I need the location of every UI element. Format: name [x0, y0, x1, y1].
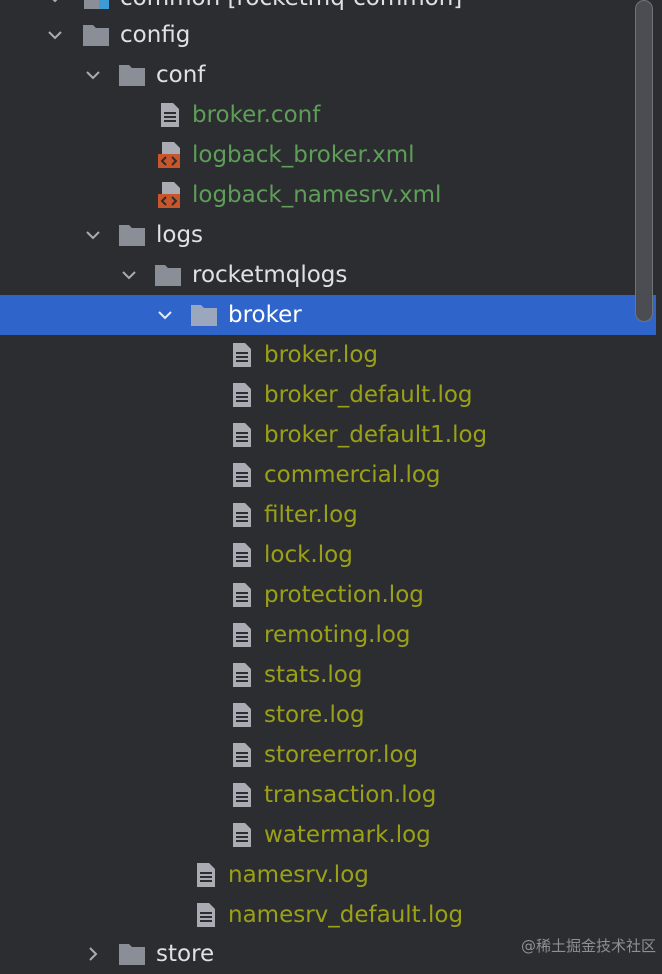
chevron-down-icon[interactable]	[44, 24, 66, 46]
module-folder-icon	[82, 0, 110, 12]
tree-label: namesrv.log	[228, 862, 369, 888]
text-file-icon	[228, 541, 256, 569]
text-file-icon	[192, 861, 220, 889]
tree-label: broker	[228, 302, 302, 328]
text-file-icon	[192, 901, 220, 929]
tree-label: stats.log	[264, 662, 363, 688]
tree-label: broker.conf	[192, 102, 321, 128]
tree-row-file[interactable]: lock.log	[0, 535, 656, 575]
tree-label: config	[120, 22, 191, 48]
vertical-scrollbar-thumb[interactable]	[635, 0, 653, 322]
tree-row-file[interactable]: logback_broker.xml	[0, 135, 656, 175]
tree-row-file[interactable]: stats.log	[0, 655, 656, 695]
tree-label: storeerror.log	[264, 742, 419, 768]
folder-icon	[82, 21, 110, 49]
tree-label: store	[156, 941, 215, 967]
chevron-down-icon[interactable]	[154, 304, 176, 326]
text-file-icon	[228, 781, 256, 809]
tree-row-file[interactable]: commercial.log	[0, 455, 656, 495]
tree-label: lock.log	[264, 542, 353, 568]
text-file-icon	[228, 341, 256, 369]
tree-row-file[interactable]: namesrv.log	[0, 855, 656, 895]
tree-row-file[interactable]: storeerror.log	[0, 735, 656, 775]
tree-label: broker_default.log	[264, 382, 473, 408]
text-file-icon	[228, 621, 256, 649]
folder-icon	[118, 221, 146, 249]
text-file-icon	[156, 101, 184, 129]
tree-label: logback_namesrv.xml	[192, 182, 442, 208]
tree-label: watermark.log	[264, 822, 431, 848]
tree-row-file[interactable]: broker_default1.log	[0, 415, 656, 455]
folder-icon	[154, 261, 182, 289]
text-file-icon	[228, 701, 256, 729]
tree-row-file[interactable]: watermark.log	[0, 815, 656, 855]
tree-label: rocketmqlogs	[192, 262, 348, 288]
text-file-icon	[228, 421, 256, 449]
tree-label: store.log	[264, 702, 365, 728]
tree-label: commercial.log	[264, 462, 441, 488]
text-file-icon	[228, 821, 256, 849]
tree-row-file[interactable]: broker.log	[0, 335, 656, 375]
text-file-icon	[228, 461, 256, 489]
tree-row-conf[interactable]: conf	[0, 55, 656, 95]
xml-file-icon	[156, 141, 184, 169]
tree-label: transaction.log	[264, 782, 437, 808]
tree-row-file[interactable]: filter.log	[0, 495, 656, 535]
tree-row-file[interactable]: store.log	[0, 695, 656, 735]
text-file-icon	[228, 661, 256, 689]
text-file-icon	[228, 381, 256, 409]
chevron-down-icon[interactable]	[118, 264, 140, 286]
watermark: @稀土掘金技术社区	[520, 937, 656, 955]
tree-row-file[interactable]: transaction.log	[0, 775, 656, 815]
chevron-down-icon[interactable]	[44, 0, 66, 9]
chevron-down-icon[interactable]	[82, 224, 104, 246]
tree-row-file[interactable]: broker.conf	[0, 95, 656, 135]
tree-label: remoting.log	[264, 622, 411, 648]
tree-row-file[interactable]: namesrv_default.log	[0, 895, 656, 935]
tree-row-file[interactable]: broker_default.log	[0, 375, 656, 415]
tree-row-rocketmqlogs[interactable]: rocketmqlogs	[0, 255, 656, 295]
tree-label: broker.log	[264, 342, 378, 368]
chevron-right-icon[interactable]	[82, 943, 104, 965]
tree-row-logs[interactable]: logs	[0, 215, 656, 255]
tree-label: filter.log	[264, 502, 358, 528]
text-file-icon	[228, 501, 256, 529]
text-file-icon	[228, 581, 256, 609]
tree-label: logs	[156, 222, 204, 248]
folder-icon	[190, 301, 218, 329]
tree-row-broker[interactable]: broker	[0, 295, 656, 335]
xml-file-icon	[156, 181, 184, 209]
tree-label: logback_broker.xml	[192, 142, 415, 168]
chevron-down-icon[interactable]	[82, 64, 104, 86]
text-file-icon	[228, 741, 256, 769]
tree-row-file[interactable]: remoting.log	[0, 615, 656, 655]
folder-icon	[118, 61, 146, 89]
tree-row-config[interactable]: config	[0, 15, 656, 55]
tree-row-file[interactable]: protection.log	[0, 575, 656, 615]
tree-label: conf	[156, 62, 206, 88]
tree-row-file[interactable]: logback_namesrv.xml	[0, 175, 656, 215]
tree-label: protection.log	[264, 582, 424, 608]
tree-label: broker_default1.log	[264, 422, 488, 448]
tree-label: namesrv_default.log	[228, 902, 464, 928]
